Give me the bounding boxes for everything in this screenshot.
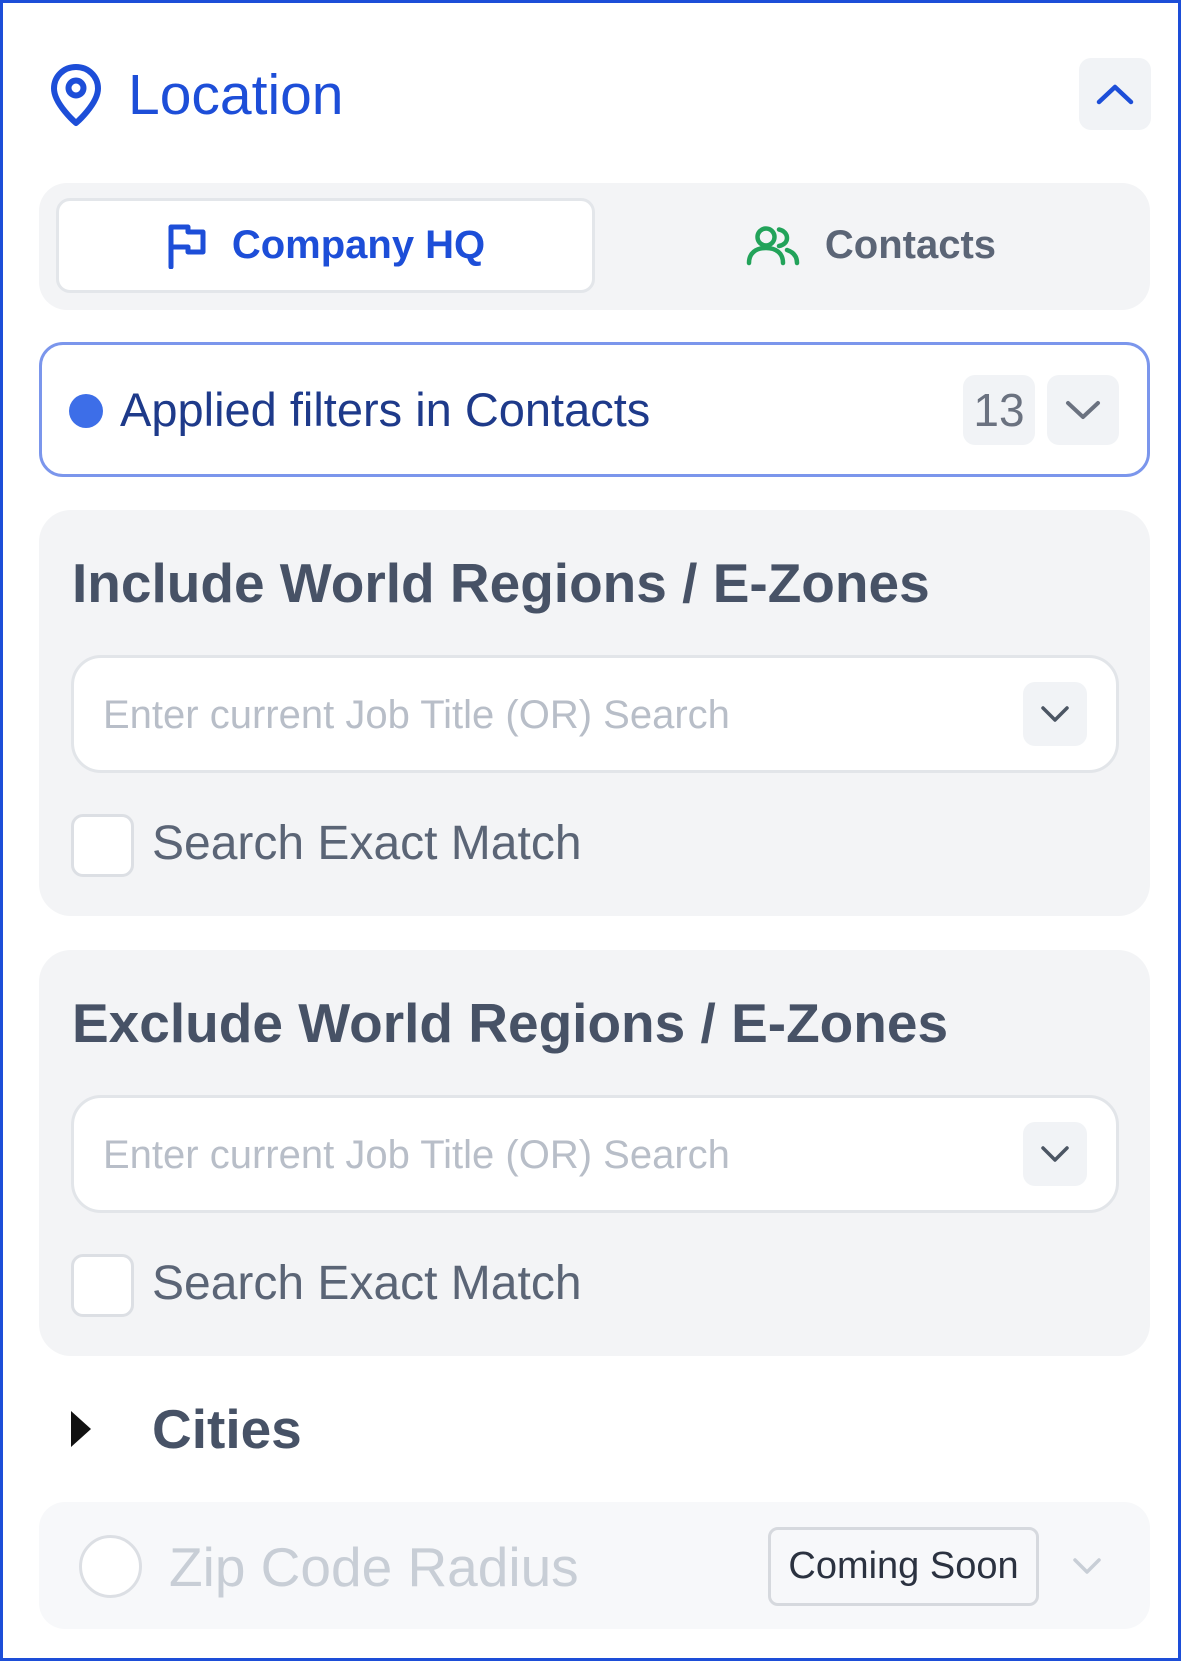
- include-regions-input[interactable]: [103, 685, 1003, 745]
- tab-company-hq-label: Company HQ: [231, 223, 486, 267]
- exclude-regions-title: Exclude World Regions / E-Zones: [72, 992, 949, 1054]
- applied-filters-expand-button[interactable]: [1047, 375, 1119, 445]
- location-filter-panel: Location Company HQ Contacts Applied fil…: [0, 0, 1181, 1661]
- applied-filters-count: 13: [963, 375, 1035, 445]
- collapse-button[interactable]: [1079, 58, 1151, 130]
- flag-icon: [168, 224, 206, 269]
- caret-right-icon[interactable]: [69, 1409, 93, 1449]
- tab-company-hq[interactable]: Company HQ: [56, 198, 595, 293]
- chevron-down-icon: [1073, 1558, 1101, 1574]
- coming-soon-badge: Coming Soon: [768, 1527, 1039, 1606]
- status-dot: [69, 394, 103, 428]
- users-icon: [746, 225, 800, 265]
- chevron-up-icon: [1096, 84, 1134, 105]
- tab-contacts-label: Contacts: [824, 223, 997, 267]
- exclude-regions-input[interactable]: [103, 1125, 1003, 1185]
- chevron-down-icon: [1066, 401, 1100, 419]
- exclude-regions-dropdown-button[interactable]: [1023, 1122, 1087, 1186]
- exclude-exact-match-checkbox[interactable]: [71, 1254, 134, 1317]
- applied-filters-label: Applied filters in Contacts: [120, 383, 651, 436]
- tab-contacts[interactable]: Contacts: [603, 198, 1138, 293]
- cities-toggle-label[interactable]: Cities: [152, 1396, 302, 1462]
- chevron-down-icon: [1041, 706, 1069, 722]
- zip-code-radius-label: Zip Code Radius: [169, 1536, 579, 1598]
- include-exact-match-label: Search Exact Match: [152, 817, 582, 870]
- zip-code-radius-radio[interactable]: [79, 1535, 142, 1598]
- section-title: Location: [128, 63, 344, 127]
- chevron-down-icon: [1041, 1146, 1069, 1162]
- map-pin-icon: [51, 64, 101, 126]
- include-regions-title: Include World Regions / E-Zones: [72, 552, 930, 614]
- include-exact-match-checkbox[interactable]: [71, 814, 134, 877]
- include-regions-dropdown-button[interactable]: [1023, 682, 1087, 746]
- exclude-exact-match-label: Search Exact Match: [152, 1257, 582, 1310]
